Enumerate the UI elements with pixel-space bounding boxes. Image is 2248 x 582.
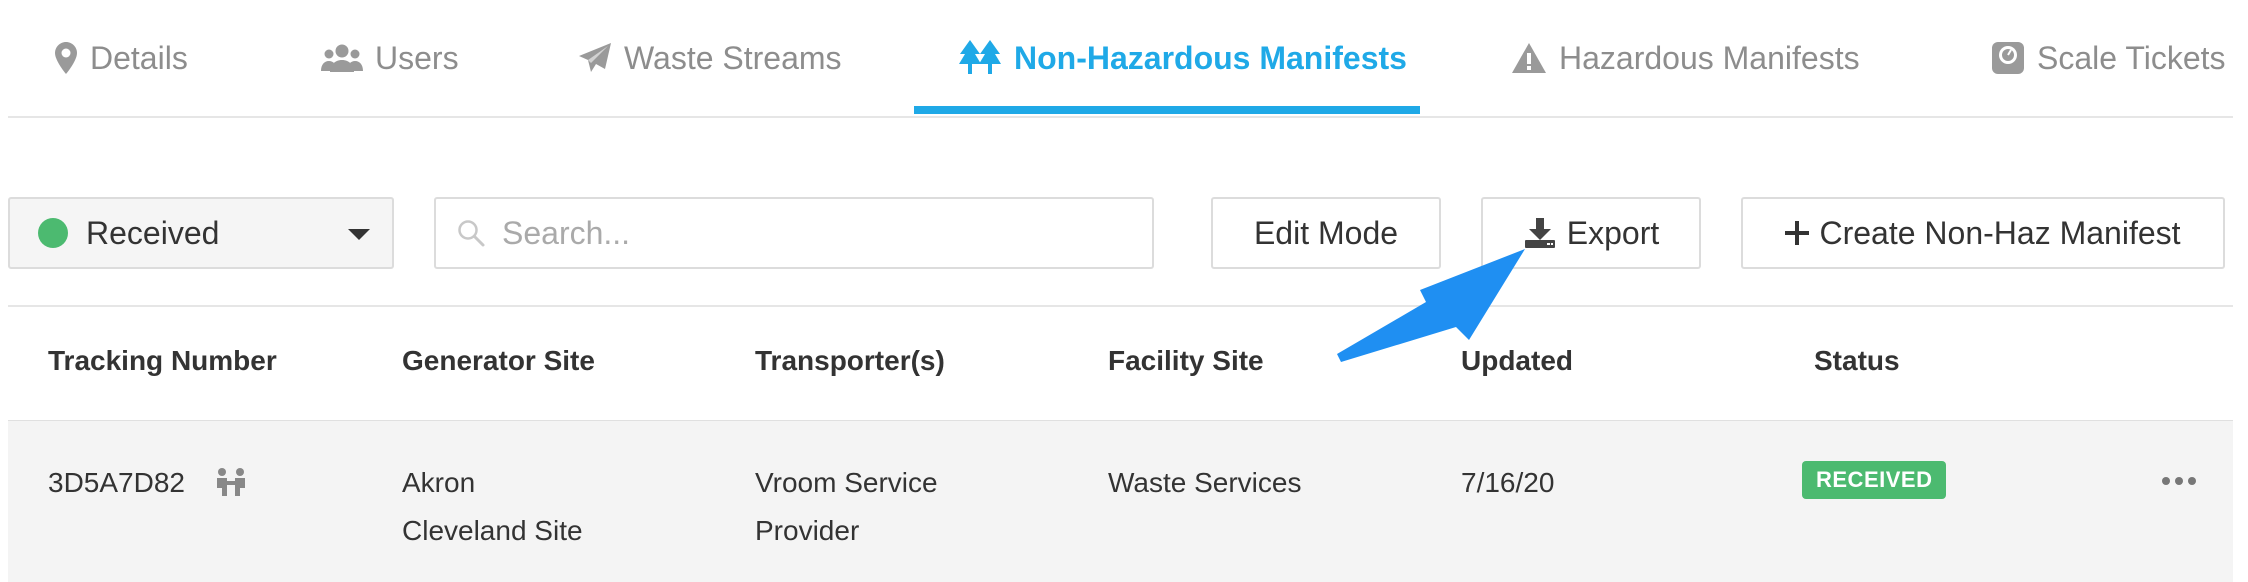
generator-site-detail: Cleveland Site bbox=[402, 515, 583, 546]
tab-label: Non-Hazardous Manifests bbox=[1014, 39, 1407, 76]
paper-plane-icon bbox=[579, 43, 611, 72]
column-header-status[interactable]: Status bbox=[1814, 345, 1900, 377]
trees-icon bbox=[959, 40, 1001, 74]
export-label: Export bbox=[1566, 214, 1660, 251]
tab-details[interactable]: Details bbox=[54, 0, 188, 116]
generator-site-name: Akron bbox=[402, 467, 476, 498]
callout-arrow-icon bbox=[1337, 249, 1525, 362]
status-filter-label: Received bbox=[86, 214, 220, 251]
column-header-generator-site[interactable]: Generator Site bbox=[402, 345, 595, 377]
tab-users[interactable]: Users bbox=[321, 0, 459, 116]
tab-bar: Details Users Waste Streams Non-Hazardou… bbox=[8, 0, 2233, 118]
active-tab-indicator bbox=[914, 106, 1420, 114]
column-header-transporters[interactable]: Transporter(s) bbox=[755, 345, 945, 377]
warning-icon bbox=[1512, 43, 1546, 73]
tab-label: Users bbox=[375, 39, 459, 76]
table-row[interactable]: 3D5A7D82 Akron Cleveland Site Vroom Serv… bbox=[8, 421, 2233, 582]
tab-label: Waste Streams bbox=[624, 39, 842, 76]
tab-label: Hazardous Manifests bbox=[1559, 39, 1860, 76]
facility-site-cell: Waste Services bbox=[1108, 467, 1302, 498]
scale-icon bbox=[1992, 42, 2024, 74]
tab-hazardous-manifests[interactable]: Hazardous Manifests bbox=[1511, 0, 1860, 116]
search-input[interactable] bbox=[500, 213, 1124, 253]
status-filter-dropdown[interactable]: Received bbox=[8, 197, 394, 269]
tab-scale-tickets[interactable]: Scale Tickets bbox=[1991, 0, 2226, 116]
tab-waste-streams[interactable]: Waste Streams bbox=[578, 0, 842, 116]
search-box[interactable] bbox=[434, 197, 1154, 269]
tab-label: Scale Tickets bbox=[2037, 39, 2226, 76]
transporter-line-2: Provider bbox=[755, 515, 860, 546]
tracking-number-cell: 3D5A7D82 bbox=[48, 459, 249, 507]
tracking-number[interactable]: 3D5A7D82 bbox=[48, 467, 185, 498]
column-header-tracking-number[interactable]: Tracking Number bbox=[48, 345, 277, 377]
status-badge: RECEIVED bbox=[1802, 461, 1947, 499]
create-label: Create Non-Haz Manifest bbox=[1819, 214, 2181, 251]
plus-icon bbox=[1785, 221, 1810, 245]
handshake-icon bbox=[216, 467, 245, 496]
generator-site-cell: Akron Cleveland Site bbox=[402, 459, 583, 555]
column-header-facility-site[interactable]: Facility Site bbox=[1108, 345, 1264, 377]
search-icon bbox=[458, 220, 485, 247]
transporter-cell: Vroom Service Provider bbox=[755, 459, 938, 555]
status-dot bbox=[38, 218, 68, 248]
users-icon bbox=[321, 44, 363, 72]
tab-label: Details bbox=[90, 39, 188, 76]
create-non-haz-manifest-button[interactable]: Create Non-Haz Manifest bbox=[1741, 197, 2225, 269]
transporter-line-1: Vroom Service bbox=[755, 467, 938, 498]
table-header: Tracking Number Generator Site Transport… bbox=[8, 307, 2233, 422]
more-options-icon[interactable] bbox=[2162, 477, 2196, 485]
tab-non-hazardous-manifests[interactable]: Non-Hazardous Manifests bbox=[958, 0, 1407, 116]
map-pin-icon bbox=[55, 42, 77, 74]
updated-cell: 7/16/20 bbox=[1461, 467, 1555, 498]
caret-down-icon bbox=[348, 229, 370, 240]
